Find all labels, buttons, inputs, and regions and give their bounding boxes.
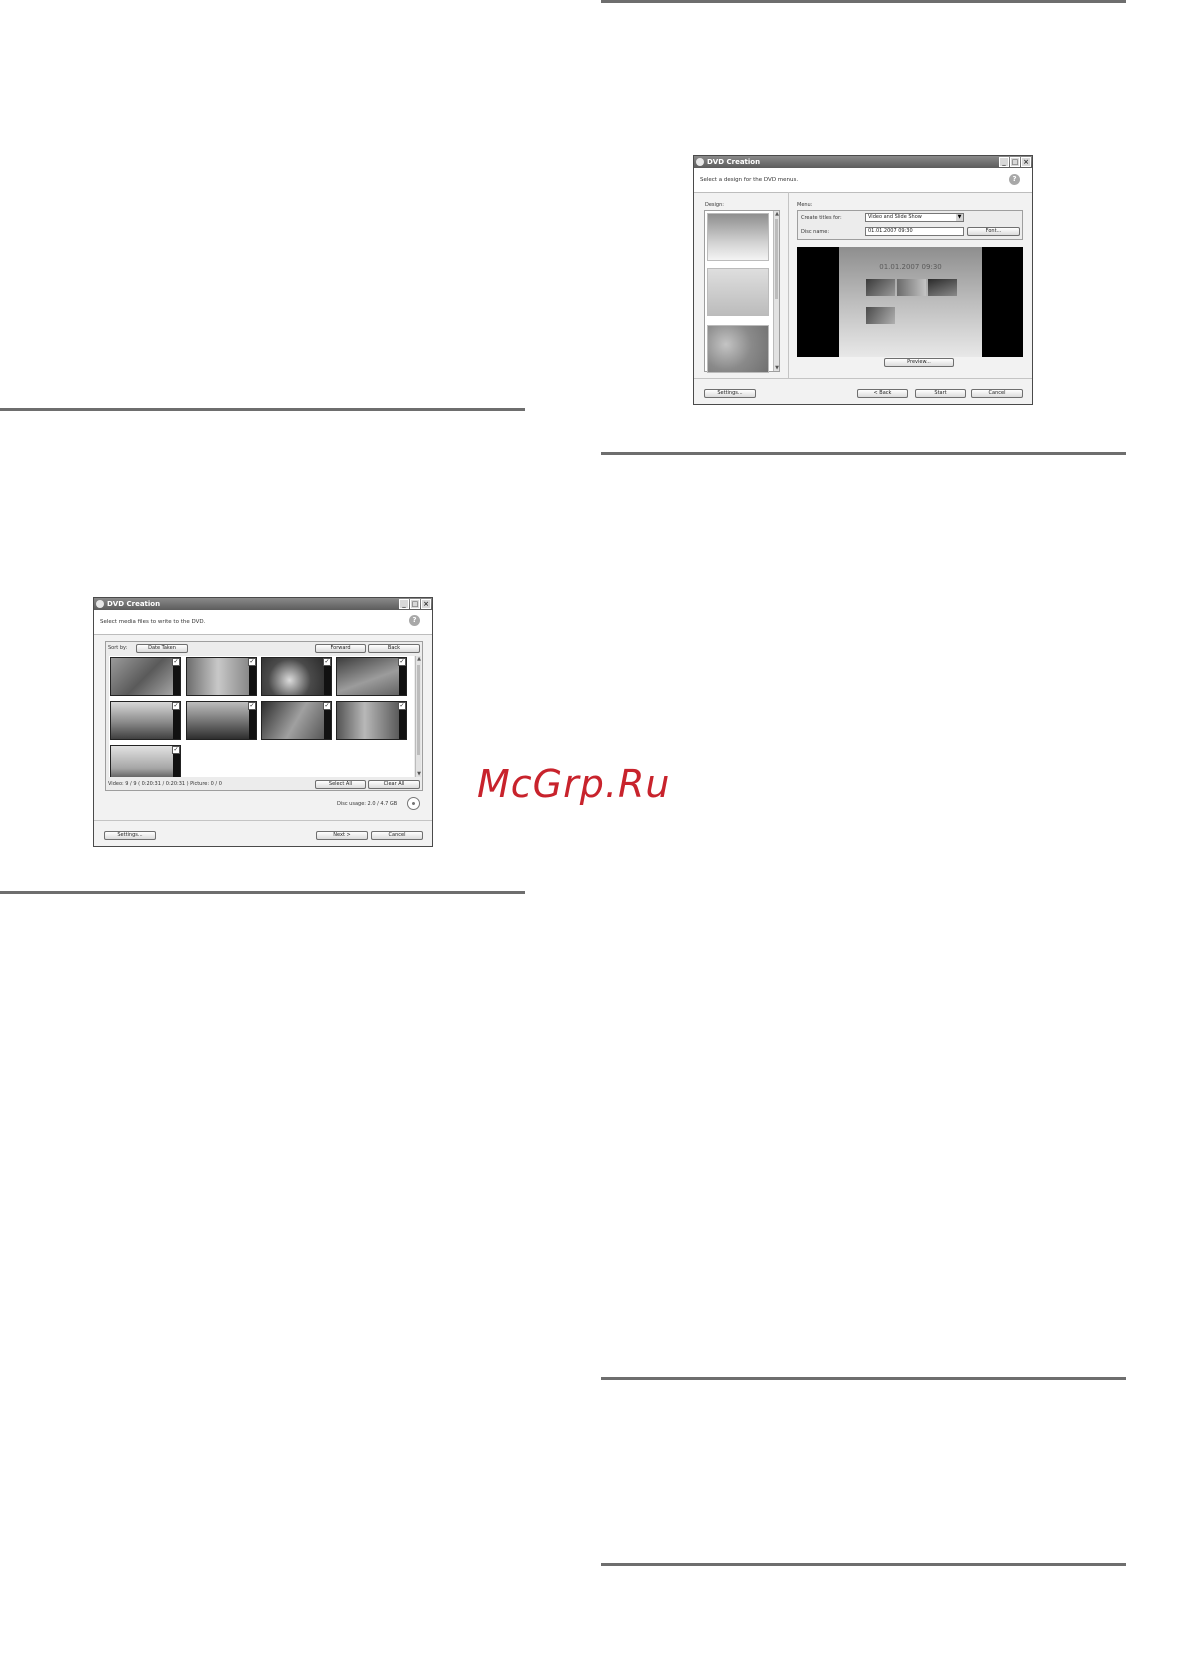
scroll-down-icon[interactable]: ▼	[774, 365, 780, 371]
checkbox-icon[interactable]: ✓	[398, 702, 406, 710]
date-taken-button[interactable]: Date Taken	[136, 644, 188, 653]
checkbox-icon[interactable]: ✓	[323, 702, 331, 710]
dvd-creation-media-window: DVD Creation _ □ × Select media files to…	[93, 597, 433, 847]
font-button[interactable]: Font...	[967, 227, 1020, 236]
checkbox-icon[interactable]: ✓	[172, 702, 180, 710]
maximize-icon[interactable]: □	[1010, 157, 1020, 167]
disc-name-value: 01.01.2007 09:30	[868, 228, 913, 234]
video-thumbnail[interactable]: ✓	[261, 701, 332, 740]
preview-menu-title: 01.01.2007 09:30	[879, 263, 942, 271]
app-icon	[96, 600, 104, 608]
scroll-up-icon[interactable]: ▲	[416, 656, 422, 662]
video-thumbnail[interactable]: ✓	[186, 701, 257, 740]
video-thumbnail[interactable]: ✓	[110, 745, 181, 777]
instruction-text: Select a design for the DVD menus.	[700, 177, 799, 183]
preview-title-thumbnail	[928, 279, 957, 296]
checkbox-icon[interactable]: ✓	[172, 658, 180, 666]
next-button[interactable]: Next >	[316, 831, 368, 840]
checkbox-icon[interactable]: ✓	[248, 658, 256, 666]
forward-button[interactable]: Forward	[315, 644, 366, 653]
window-header: Select a design for the DVD menus. ?	[694, 168, 1032, 193]
close-icon[interactable]: ×	[421, 599, 431, 609]
video-thumbnail[interactable]: ✓	[336, 701, 407, 740]
cancel-button[interactable]: Cancel	[971, 389, 1023, 398]
create-titles-value: Video and Slide Show	[868, 214, 922, 220]
disc-icon	[407, 797, 420, 810]
window-title: DVD Creation	[107, 600, 161, 608]
section-rule-right-2	[601, 1377, 1126, 1380]
back-button[interactable]: < Back	[857, 389, 908, 398]
instruction-text: Select media files to write to the DVD.	[100, 619, 206, 625]
cancel-button[interactable]: Cancel	[371, 831, 423, 840]
design-option[interactable]	[707, 213, 769, 261]
video-thumbnail[interactable]: ✓	[261, 657, 332, 696]
footer-divider	[694, 378, 1032, 379]
menu-preview-canvas: 01.01.2007 09:30	[839, 247, 982, 357]
section-rule-left-2	[0, 891, 525, 894]
chevron-down-icon[interactable]: ▼	[956, 214, 963, 221]
section-rule-left-1	[0, 408, 525, 411]
menu-settings-panel: Create titles for: Video and Slide Show …	[797, 210, 1023, 240]
video-thumbnail[interactable]: ✓	[186, 657, 257, 696]
watermark-text: McGrp.Ru	[477, 762, 671, 806]
checkbox-icon[interactable]: ✓	[172, 746, 180, 754]
media-panel: Sort by: Date Taken Forward Back ✓ ✓ ✓ ✓…	[105, 641, 423, 791]
video-thumbnail[interactable]: ✓	[110, 701, 181, 740]
select-all-button[interactable]: Select All	[315, 780, 366, 789]
close-icon[interactable]: ×	[1021, 157, 1031, 167]
design-option[interactable]	[707, 325, 769, 373]
preview-title-thumbnail	[866, 307, 895, 324]
video-thumbnail[interactable]: ✓	[110, 657, 181, 696]
design-scrollbar[interactable]: ▲ ▼	[773, 211, 779, 371]
disc-name-input[interactable]: 01.01.2007 09:30	[865, 227, 964, 236]
window-header: Select media files to write to the DVD. …	[94, 610, 432, 635]
window-title: DVD Creation	[707, 158, 761, 166]
preview-title-thumbnail	[897, 279, 926, 296]
window-titlebar: DVD Creation _ □ ×	[94, 598, 432, 610]
thumbnail-grid: ✓ ✓ ✓ ✓ ✓ ✓ ✓ ✓ ✓	[109, 656, 414, 777]
settings-button[interactable]: Settings...	[104, 831, 156, 840]
help-icon[interactable]: ?	[1009, 174, 1020, 185]
disc-usage-text: Disc usage: 2.0 / 4.7 GB	[337, 801, 398, 807]
design-label: Design:	[705, 202, 724, 208]
checkbox-icon[interactable]: ✓	[248, 702, 256, 710]
menu-label: Menu:	[797, 202, 813, 208]
window-titlebar: DVD Creation _ □ ×	[694, 156, 1032, 168]
start-button[interactable]: Start	[915, 389, 966, 398]
preview-button[interactable]: Preview...	[884, 358, 954, 367]
preview-title-thumbnail	[866, 279, 895, 296]
dvd-creation-design-window: DVD Creation _ □ × Select a design for t…	[693, 155, 1033, 405]
clear-all-button[interactable]: Clear All	[368, 780, 420, 789]
app-icon	[696, 158, 704, 166]
settings-button[interactable]: Settings...	[704, 389, 756, 398]
disc-name-label: Disc name:	[801, 229, 830, 235]
section-rule-top-right	[601, 0, 1126, 3]
media-status-text: Video: 9 / 9 ( 0:20:31 / 0:20:31 ) Pictu…	[108, 781, 222, 787]
footer-divider	[94, 820, 432, 821]
scroll-thumb[interactable]	[775, 219, 778, 299]
maximize-icon[interactable]: □	[410, 599, 420, 609]
design-list: ▲ ▼	[704, 210, 780, 373]
create-titles-select[interactable]: Video and Slide Show ▼	[865, 213, 964, 222]
scroll-thumb[interactable]	[417, 665, 420, 755]
minimize-icon[interactable]: _	[399, 599, 409, 609]
create-titles-label: Create titles for:	[801, 215, 842, 221]
checkbox-icon[interactable]: ✓	[398, 658, 406, 666]
scroll-down-icon[interactable]: ▼	[416, 771, 422, 777]
minimize-icon[interactable]: _	[999, 157, 1009, 167]
pane-divider	[788, 192, 789, 378]
scroll-up-icon[interactable]: ▲	[774, 211, 780, 217]
menu-preview: 01.01.2007 09:30	[797, 247, 1023, 357]
checkbox-icon[interactable]: ✓	[323, 658, 331, 666]
design-option[interactable]	[707, 268, 769, 316]
thumbnail-scrollbar[interactable]: ▲ ▼	[415, 656, 421, 777]
help-icon[interactable]: ?	[409, 615, 420, 626]
back-button[interactable]: Back	[368, 644, 420, 653]
section-rule-right-1	[601, 452, 1126, 455]
sort-label: Sort by:	[108, 645, 128, 651]
video-thumbnail[interactable]: ✓	[336, 657, 407, 696]
section-rule-right-3	[601, 1563, 1126, 1566]
